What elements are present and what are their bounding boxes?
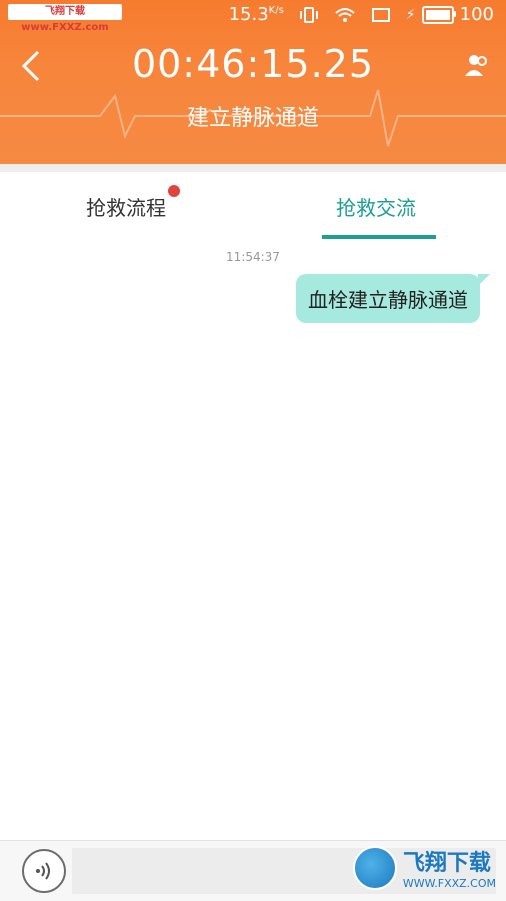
battery-indicator: ⚡ 100 (405, 4, 494, 25)
screen-icon (371, 7, 390, 22)
chat-bubble[interactable]: 血栓建立静脉通道 (296, 274, 490, 323)
site-watermark: 飞翔下载 WWW.FXXZ.COM (352, 845, 496, 890)
network-speed: 15.3K/s (228, 4, 284, 25)
status-indicators: 15.3K/s ⚡ 100 (229, 4, 494, 25)
status-bar: 飞翔下载 www.FXXZ.com 15.3K/s ⚡ 100 (0, 0, 506, 33)
wifi-icon (335, 7, 355, 22)
current-step-title: 建立静脉通道 (186, 106, 319, 131)
status-watermark-badge: 飞翔下载 www.FXXZ.com (8, 4, 122, 33)
vibrate-icon (299, 6, 318, 23)
active-tab-indicator (322, 235, 436, 239)
message-timestamp: 11:54:37 (226, 250, 280, 264)
divider-band (0, 164, 506, 172)
header-bar: 飞翔下载 www.FXXZ.com 15.3K/s ⚡ 100 00:46:15… (0, 0, 506, 164)
unread-badge (168, 185, 180, 197)
tab-rescue-chat[interactable]: 抢救交流 (336, 192, 416, 221)
watermark-url: WWW.FXXZ.COM (402, 877, 496, 890)
people-icon[interactable] (464, 52, 490, 78)
tab-bar: 抢救流程 抢救交流 (0, 172, 506, 242)
tab-rescue-process[interactable]: 抢救流程 (86, 192, 166, 221)
voice-wave-icon[interactable] (22, 849, 66, 893)
watermark-logo-icon (352, 845, 397, 890)
chat-area[interactable]: 11:54:37 血栓建立静脉通道 (0, 242, 506, 840)
watermark-title: 飞翔下载 (402, 851, 491, 876)
voice-glyph (36, 862, 50, 880)
message-input-bar: 飞翔下载 WWW.FXXZ.COM (0, 840, 506, 901)
elapsed-timer: 00:46:15.25 (131, 42, 375, 86)
